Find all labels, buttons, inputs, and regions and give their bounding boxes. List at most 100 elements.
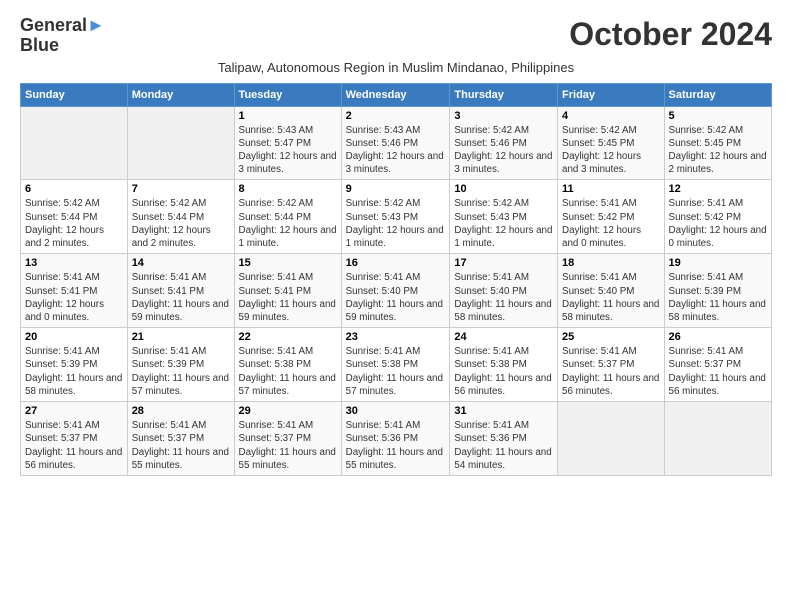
calendar-cell: 1 Sunrise: 5:43 AM Sunset: 5:47 PM Daylig…	[234, 106, 341, 180]
day-info: Sunrise: 5:41 AM Sunset: 5:38 PM Dayligh…	[454, 345, 553, 398]
day-info: Sunrise: 5:42 AM Sunset: 5:45 PM Dayligh…	[669, 124, 767, 177]
day-info: Sunrise: 5:41 AM Sunset: 5:39 PM Dayligh…	[25, 345, 123, 398]
calendar-cell: 9Sunrise: 5:42 AM Sunset: 5:43 PM Daylig…	[341, 180, 450, 254]
day-number: 14	[132, 257, 230, 269]
day-number: 27	[25, 405, 123, 417]
day-info: Sunrise: 5:42 AM Sunset: 5:46 PM Dayligh…	[454, 124, 553, 177]
day-info: Sunrise: 5:43 AM Sunset: 5:47 PM Dayligh…	[239, 124, 337, 177]
day-info: Sunrise: 5:41 AM Sunset: 5:37 PM Dayligh…	[562, 345, 660, 398]
calendar-week-5: 27 Sunrise: 5:41 AM Sunset: 5:37 PM Dayli…	[21, 402, 772, 476]
calendar-week-2: 6Sunrise: 5:42 AM Sunset: 5:44 PM Daylig…	[21, 180, 772, 254]
calendar-cell: 30Sunrise: 5:41 AM Sunset: 5:36 PM Dayli…	[341, 402, 450, 476]
logo-text: General►Blue	[20, 16, 105, 56]
calendar-cell: 19 Sunrise: 5:41 AM Sunset: 5:39 PM Dayli…	[664, 254, 771, 328]
day-info: Sunrise: 5:41 AM Sunset: 5:41 PM Dayligh…	[25, 271, 123, 324]
calendar-cell: 24 Sunrise: 5:41 AM Sunset: 5:38 PM Dayli…	[450, 328, 558, 402]
day-number: 26	[669, 331, 767, 343]
calendar-cell	[21, 106, 128, 180]
calendar-table: SundayMondayTuesdayWednesdayThursdayFrid…	[20, 83, 772, 476]
calendar-week-3: 13 Sunrise: 5:41 AM Sunset: 5:41 PM Dayli…	[21, 254, 772, 328]
calendar-week-4: 20 Sunrise: 5:41 AM Sunset: 5:39 PM Dayli…	[21, 328, 772, 402]
calendar-cell: 21 Sunrise: 5:41 AM Sunset: 5:39 PM Dayli…	[127, 328, 234, 402]
day-number: 21	[132, 331, 230, 343]
calendar-header-thursday: Thursday	[450, 83, 558, 106]
day-info: Sunrise: 5:41 AM Sunset: 5:37 PM Dayligh…	[669, 345, 767, 398]
calendar-cell: 7 Sunrise: 5:42 AM Sunset: 5:44 PM Daylig…	[127, 180, 234, 254]
day-number: 12	[669, 183, 767, 195]
calendar-header-tuesday: Tuesday	[234, 83, 341, 106]
day-number: 23	[346, 331, 446, 343]
calendar-cell: 10 Sunrise: 5:42 AM Sunset: 5:43 PM Dayli…	[450, 180, 558, 254]
calendar-header-row: SundayMondayTuesdayWednesdayThursdayFrid…	[21, 83, 772, 106]
day-info: Sunrise: 5:41 AM Sunset: 5:42 PM Dayligh…	[562, 197, 660, 250]
day-info: Sunrise: 5:42 AM Sunset: 5:45 PM Dayligh…	[562, 124, 660, 177]
calendar-cell: 17 Sunrise: 5:41 AM Sunset: 5:40 PM Dayli…	[450, 254, 558, 328]
day-info: Sunrise: 5:41 AM Sunset: 5:39 PM Dayligh…	[132, 345, 230, 398]
calendar-cell	[127, 106, 234, 180]
day-info: Sunrise: 5:41 AM Sunset: 5:36 PM Dayligh…	[454, 419, 553, 472]
day-info: Sunrise: 5:41 AM Sunset: 5:38 PM Dayligh…	[239, 345, 337, 398]
calendar-cell: 2 Sunrise: 5:43 AM Sunset: 5:46 PM Daylig…	[341, 106, 450, 180]
day-number: 16	[346, 257, 446, 269]
day-info: Sunrise: 5:41 AM Sunset: 5:40 PM Dayligh…	[346, 271, 446, 324]
day-info: Sunrise: 5:41 AM Sunset: 5:42 PM Dayligh…	[669, 197, 767, 250]
day-number: 10	[454, 183, 553, 195]
day-info: Sunrise: 5:41 AM Sunset: 5:39 PM Dayligh…	[669, 271, 767, 324]
calendar-cell: 15 Sunrise: 5:41 AM Sunset: 5:41 PM Dayli…	[234, 254, 341, 328]
calendar-header-saturday: Saturday	[664, 83, 771, 106]
day-number: 28	[132, 405, 230, 417]
day-number: 25	[562, 331, 660, 343]
calendar-cell: 29 Sunrise: 5:41 AM Sunset: 5:37 PM Dayli…	[234, 402, 341, 476]
calendar-cell: 27 Sunrise: 5:41 AM Sunset: 5:37 PM Dayli…	[21, 402, 128, 476]
day-number: 18	[562, 257, 660, 269]
day-number: 30	[346, 405, 446, 417]
calendar-cell: 5 Sunrise: 5:42 AM Sunset: 5:45 PM Daylig…	[664, 106, 771, 180]
day-info: Sunrise: 5:43 AM Sunset: 5:46 PM Dayligh…	[346, 124, 446, 177]
calendar-cell: 3 Sunrise: 5:42 AM Sunset: 5:46 PM Daylig…	[450, 106, 558, 180]
calendar-cell: 28 Sunrise: 5:41 AM Sunset: 5:37 PM Dayli…	[127, 402, 234, 476]
calendar-cell: 22Sunrise: 5:41 AM Sunset: 5:38 PM Dayli…	[234, 328, 341, 402]
day-info: Sunrise: 5:41 AM Sunset: 5:41 PM Dayligh…	[239, 271, 337, 324]
day-info: Sunrise: 5:41 AM Sunset: 5:37 PM Dayligh…	[132, 419, 230, 472]
day-info: Sunrise: 5:42 AM Sunset: 5:44 PM Dayligh…	[132, 197, 230, 250]
day-info: Sunrise: 5:42 AM Sunset: 5:43 PM Dayligh…	[346, 197, 446, 250]
day-info: Sunrise: 5:41 AM Sunset: 5:37 PM Dayligh…	[239, 419, 337, 472]
day-number: 15	[239, 257, 337, 269]
calendar-cell: 26 Sunrise: 5:41 AM Sunset: 5:37 PM Dayli…	[664, 328, 771, 402]
day-number: 29	[239, 405, 337, 417]
day-number: 3	[454, 110, 553, 122]
calendar-header-friday: Friday	[558, 83, 665, 106]
day-number: 4	[562, 110, 660, 122]
calendar-cell: 12 Sunrise: 5:41 AM Sunset: 5:42 PM Dayli…	[664, 180, 771, 254]
day-number: 8	[239, 183, 337, 195]
day-info: Sunrise: 5:42 AM Sunset: 5:43 PM Dayligh…	[454, 197, 553, 250]
calendar-header-wednesday: Wednesday	[341, 83, 450, 106]
calendar-cell: 25 Sunrise: 5:41 AM Sunset: 5:37 PM Dayli…	[558, 328, 665, 402]
day-number: 11	[562, 183, 660, 195]
calendar-cell: 31 Sunrise: 5:41 AM Sunset: 5:36 PM Dayli…	[450, 402, 558, 476]
calendar-cell: 23 Sunrise: 5:41 AM Sunset: 5:38 PM Dayli…	[341, 328, 450, 402]
calendar-cell: 4 Sunrise: 5:42 AM Sunset: 5:45 PM Daylig…	[558, 106, 665, 180]
day-info: Sunrise: 5:41 AM Sunset: 5:40 PM Dayligh…	[562, 271, 660, 324]
day-info: Sunrise: 5:41 AM Sunset: 5:37 PM Dayligh…	[25, 419, 123, 472]
day-number: 7	[132, 183, 230, 195]
logo: General►Blue	[20, 16, 105, 56]
day-info: Sunrise: 5:41 AM Sunset: 5:40 PM Dayligh…	[454, 271, 553, 324]
day-number: 20	[25, 331, 123, 343]
day-info: Sunrise: 5:41 AM Sunset: 5:38 PM Dayligh…	[346, 345, 446, 398]
day-number: 31	[454, 405, 553, 417]
day-number: 5	[669, 110, 767, 122]
calendar-cell: 16 Sunrise: 5:41 AM Sunset: 5:40 PM Dayli…	[341, 254, 450, 328]
day-number: 17	[454, 257, 553, 269]
calendar-cell	[558, 402, 665, 476]
calendar-header-sunday: Sunday	[21, 83, 128, 106]
calendar-cell: 18 Sunrise: 5:41 AM Sunset: 5:40 PM Dayli…	[558, 254, 665, 328]
day-number: 13	[25, 257, 123, 269]
calendar-week-1: 1 Sunrise: 5:43 AM Sunset: 5:47 PM Daylig…	[21, 106, 772, 180]
day-number: 1	[239, 110, 337, 122]
day-number: 24	[454, 331, 553, 343]
page-title: October 2024	[569, 16, 772, 53]
calendar-header-monday: Monday	[127, 83, 234, 106]
day-number: 19	[669, 257, 767, 269]
day-number: 2	[346, 110, 446, 122]
